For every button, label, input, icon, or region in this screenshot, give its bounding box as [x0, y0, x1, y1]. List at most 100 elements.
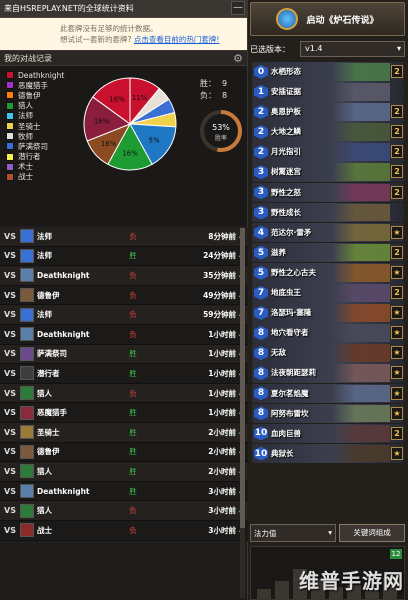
legend-swatch	[6, 122, 14, 131]
game-time: 3小时前	[208, 506, 236, 516]
minimize-button[interactable]: —	[231, 1, 245, 15]
opponent-class: 恶魔猎手	[37, 408, 67, 418]
card-name: 滋养	[271, 247, 286, 257]
card-art	[332, 263, 390, 282]
vs-label: VS	[4, 251, 16, 261]
watermark: 维普手游网	[299, 569, 404, 593]
deck-card[interactable]: 10 血肉巨兽 2	[252, 423, 404, 444]
card-count: ★	[391, 366, 403, 380]
deck-card[interactable]: 3 树篱迷宫 2	[252, 162, 404, 183]
version-select[interactable]: v1.4 ▾	[300, 41, 405, 57]
card-art	[332, 243, 390, 262]
deck-card[interactable]: 2 奥恩护板 2	[252, 102, 404, 122]
game-row[interactable]: VS 猎人 负 3小时前 ✓	[0, 501, 248, 521]
vs-label: VS	[4, 486, 16, 496]
history-scrollbar[interactable]	[240, 228, 245, 598]
gear-icon[interactable]: ⚙	[233, 52, 243, 65]
legend-item: 战士	[6, 172, 64, 182]
deck-card[interactable]: 5 野性之心古夫 ★	[252, 262, 404, 283]
opponent-class: 猎人	[37, 466, 52, 476]
card-name: 野性之怒	[271, 187, 301, 197]
notice-line1: 此套牌没有足够的统计数据。	[60, 24, 158, 33]
opponent-hero-icon	[20, 503, 34, 518]
deck-card[interactable]: 5 滋养 2	[252, 242, 404, 263]
game-row[interactable]: VS 潜行者 胜 1小时前 ✓	[0, 364, 248, 384]
game-row[interactable]: VS Deathknight 负 1小时前 ✓	[0, 324, 248, 345]
opponent-hero-icon	[20, 288, 34, 303]
deck-card[interactable]: 8 阿努布雷坎 ★	[252, 403, 404, 424]
deck-card[interactable]: 2 大地之鳞 2	[252, 122, 404, 142]
pie-slice-label: 16%	[109, 96, 125, 104]
opponent-hero-icon	[20, 444, 34, 459]
game-row[interactable]: VS 猎人 胜 2小时前 ✓	[0, 462, 248, 482]
game-row[interactable]: VS 恶魔猎手 胜 1小时前 ✓	[0, 403, 248, 423]
legend-item: 猎人	[6, 101, 64, 111]
card-name: 无敌	[271, 348, 286, 358]
game-row[interactable]: VS 战士 负 3小时前 ✓	[0, 520, 248, 541]
version-row: 已选版本： v1.4 ▾	[250, 40, 405, 58]
sort-select[interactable]: 法力值 ▾	[250, 524, 336, 542]
legend-item: 潜行者	[6, 152, 64, 162]
game-time: 2小时前	[208, 447, 236, 457]
deck-card[interactable]: 8 无敌 ★	[252, 343, 404, 363]
deck-card[interactable]: 8 法夜朝距瑟莉 ★	[252, 363, 404, 383]
card-name: 阿努布雷坎	[271, 408, 309, 418]
game-time: 1小时前	[208, 349, 236, 359]
deck-card[interactable]: 3 野性之怒 2	[252, 182, 404, 203]
keyword-button[interactable]: 关键词组成	[339, 524, 405, 542]
game-row[interactable]: VS Deathknight 胜 3小时前 ✓	[0, 481, 248, 502]
deck-card[interactable]: 8 地穴看守者 ★	[252, 323, 404, 343]
vs-label: VS	[4, 466, 16, 476]
deck-card[interactable]: 1 安插证据	[252, 82, 404, 102]
game-row[interactable]: VS 德鲁伊 胜 2小时前 ✓	[0, 442, 248, 463]
game-row[interactable]: VS 圣骑士 胜 2小时前 ✓	[0, 422, 248, 443]
launch-hearthstone-button[interactable]: 启动《炉石传说》	[250, 2, 405, 36]
card-art	[332, 364, 390, 382]
card-name: 奥恩护板	[271, 107, 301, 117]
game-row[interactable]: VS Deathknight 负 35分钟前 ✓	[0, 266, 248, 286]
game-time: 8分钟前	[208, 231, 236, 241]
game-result: 胜	[129, 349, 137, 359]
deck-card[interactable]: 7 地底虫王 2	[252, 283, 404, 303]
card-name: 水栖形态	[271, 67, 301, 76]
card-art	[332, 123, 390, 141]
card-art	[332, 223, 390, 242]
card-name: 树篱迷宫	[271, 167, 301, 177]
opponent-hero-icon	[20, 366, 34, 381]
pie-slice-label: 16%	[94, 117, 110, 125]
card-count: ★	[391, 406, 403, 420]
deck-card[interactable]: 7 洛瑟玛·塞隆 ★	[252, 303, 404, 323]
card-count: 2	[391, 105, 403, 119]
opponent-class: 萨满祭司	[37, 349, 67, 359]
deck-card[interactable]: 3 野性成长	[252, 202, 404, 223]
legend-swatch	[6, 71, 14, 80]
game-row[interactable]: VS 德鲁伊 负 49分钟前 ✓	[0, 285, 248, 306]
game-result: 负	[129, 525, 137, 535]
card-art	[332, 163, 390, 182]
opponent-class: 猎人	[37, 388, 52, 398]
game-row[interactable]: VS 法师 负 59分钟前 ✓	[0, 305, 248, 325]
opponent-class: 德鲁伊	[37, 290, 60, 300]
hot-decks-link[interactable]: 点击查看目前的热门套牌!	[134, 35, 220, 44]
deck-card[interactable]: 4 范达尔·雷矛 ★	[252, 222, 404, 243]
vs-label: VS	[4, 525, 16, 535]
opponent-hero-icon	[20, 248, 34, 263]
game-row[interactable]: VS 萨满祭司 胜 1小时前 ✓	[0, 344, 248, 365]
deck-card[interactable]: 0 水栖形态 2	[252, 62, 404, 82]
deck-card[interactable]: 8 夏尔茗焰魔 ★	[252, 383, 404, 404]
vs-label: VS	[4, 447, 16, 457]
legend-swatch	[6, 91, 14, 100]
scrollbar-thumb[interactable]	[240, 228, 245, 528]
game-row[interactable]: VS 法师 负 8分钟前 ✓	[0, 227, 248, 247]
game-row[interactable]: VS 猎人 负 1小时前 ✓	[0, 383, 248, 404]
game-row[interactable]: VS 法师 胜 24分钟前 ✓	[0, 246, 248, 267]
deck-card[interactable]: 2 月光指引 2	[252, 142, 404, 162]
legend-swatch	[6, 172, 14, 181]
pie-slice-label: 5%	[149, 136, 160, 144]
deck-card[interactable]: 10 典狱长 ★	[252, 443, 404, 464]
card-art	[332, 324, 390, 342]
card-name: 野性成长	[271, 207, 301, 217]
card-name: 安插证据	[271, 87, 301, 97]
chevron-down-icon: ▾	[328, 528, 332, 537]
stats-section-title: 我的对战记录 ⚙	[0, 50, 247, 66]
